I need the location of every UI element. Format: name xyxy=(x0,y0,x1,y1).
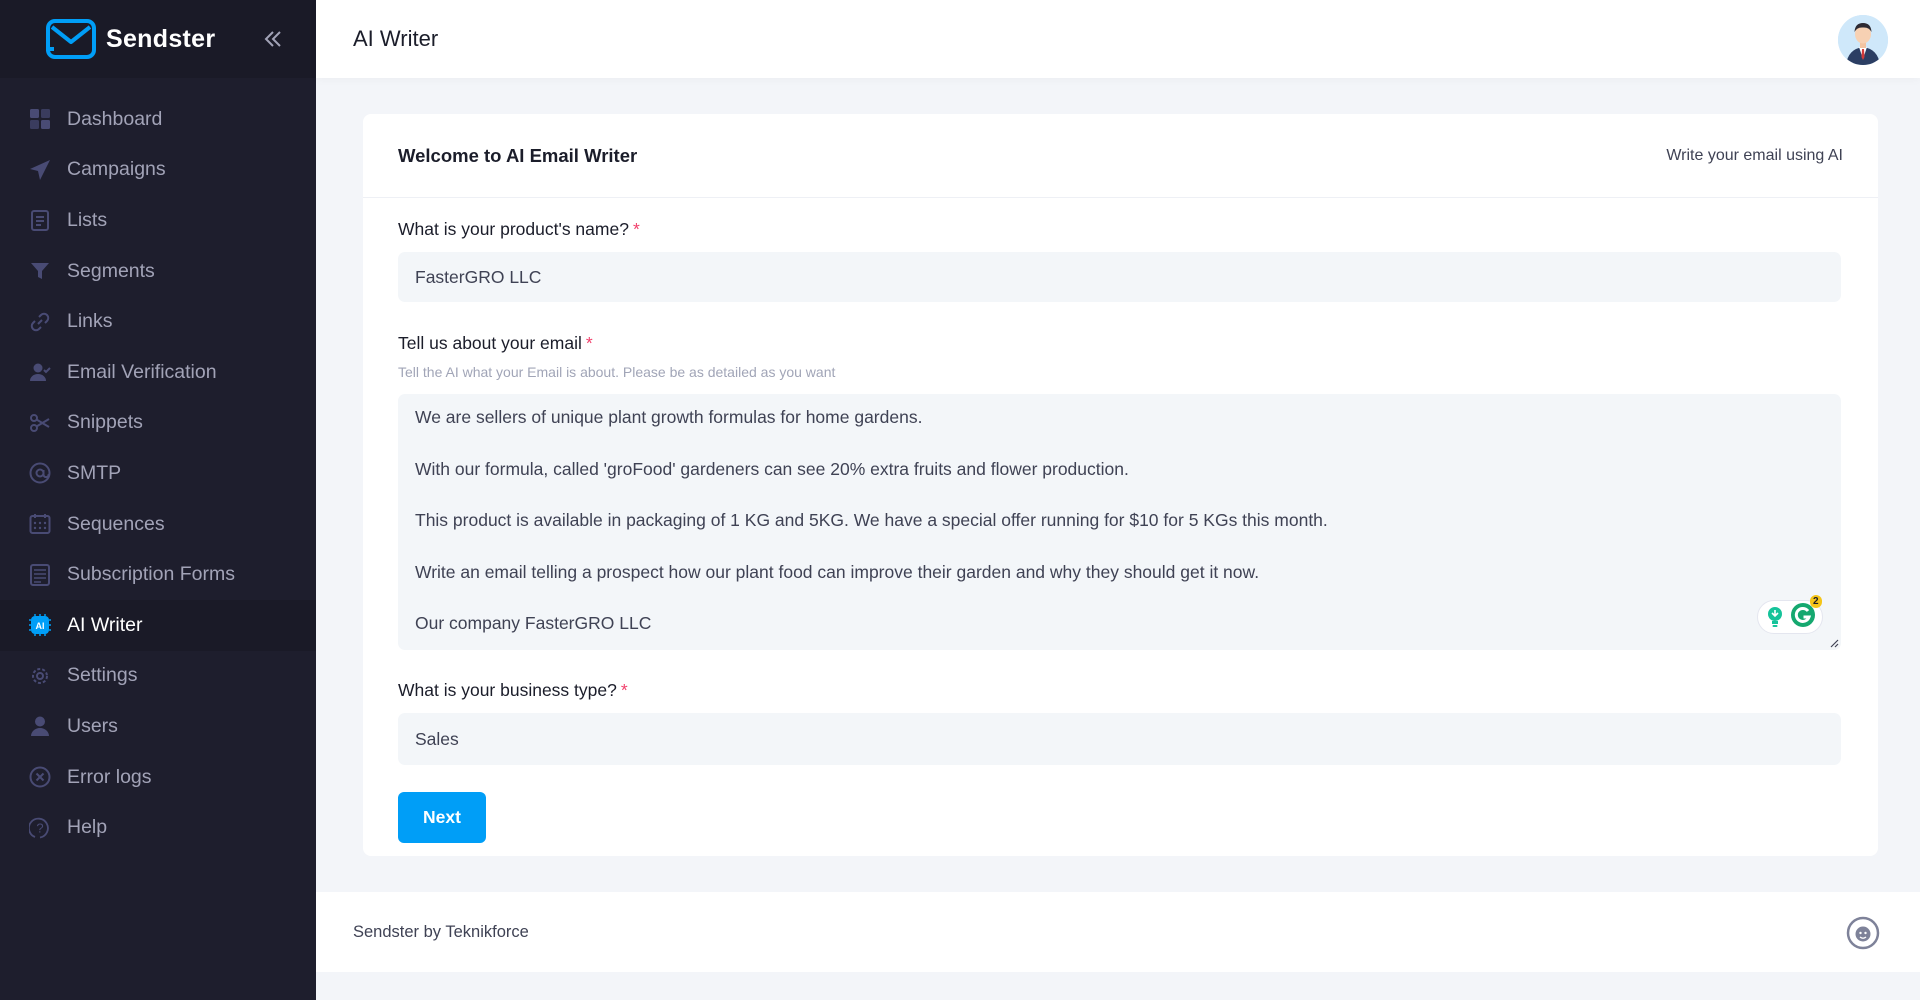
card-header: Welcome to AI Email Writer Write your em… xyxy=(363,114,1878,198)
grammarly-widget[interactable]: 2 xyxy=(1757,594,1823,634)
sidebar-item-label: Segments xyxy=(67,259,155,282)
sidebar-item-label: Snippets xyxy=(67,411,143,434)
sidebar-item-label: Subscription Forms xyxy=(67,563,235,586)
dashboard-icon xyxy=(28,107,52,131)
sidebar-item-sequences[interactable]: Sequences xyxy=(0,499,316,550)
textarea-paragraph: Write an email telling a prospect how ou… xyxy=(415,561,1260,582)
double-chevron-left-icon xyxy=(264,31,281,47)
ai-chip-icon: AI xyxy=(28,613,52,637)
avatar-icon xyxy=(1838,15,1888,65)
svg-text:AI: AI xyxy=(36,621,45,631)
sidebar-item-smtp[interactable]: SMTP xyxy=(0,448,316,499)
link-icon xyxy=(28,310,52,334)
sidebar-item-label: Campaigns xyxy=(67,158,166,181)
textarea-paragraph: This product is available in packaging o… xyxy=(415,510,1328,530)
card-toolbar-text: Write your email using AI xyxy=(1666,146,1843,164)
textarea-paragraph: With our formula, called 'groFood' garde… xyxy=(415,458,1129,479)
business-type-label-text: What is your business type? xyxy=(398,680,617,700)
sidebar-item-snippets[interactable]: Snippets xyxy=(0,398,316,449)
calendar-icon xyxy=(28,512,52,536)
sidebar-item-help[interactable]: ? Help xyxy=(0,802,316,853)
form-icon xyxy=(28,563,52,587)
product-name-label-text: What is your product's name? xyxy=(398,219,629,239)
footer-text: Sendster by Teknikforce xyxy=(353,922,529,941)
sidebar-item-links[interactable]: Links xyxy=(0,296,316,347)
required-asterisk: * xyxy=(585,333,593,353)
page-footer: Sendster by Teknikforce xyxy=(316,892,1920,972)
envelope-logo-icon xyxy=(46,19,96,59)
required-asterisk: * xyxy=(632,219,640,239)
sidebar-item-label: Email Verification xyxy=(67,360,217,383)
sidebar-item-label: Users xyxy=(67,714,118,737)
business-type-input[interactable]: Sales xyxy=(398,713,1841,765)
product-name-label: What is your product's name? * xyxy=(398,219,1843,240)
sidebar-item-label: AI Writer xyxy=(67,613,143,636)
sidebar-item-email-verification[interactable]: Email Verification xyxy=(0,347,316,398)
sidebar-item-label: Lists xyxy=(67,208,108,231)
business-type-label: What is your business type? * xyxy=(398,680,1843,701)
next-button[interactable]: Next xyxy=(398,792,486,843)
error-circle-icon xyxy=(28,765,52,789)
email-about-textarea[interactable]: We are sellers of unique plant growth fo… xyxy=(398,394,1841,650)
email-about-hint: Tell the AI what your Email is about. Pl… xyxy=(398,364,836,380)
business-type-value: Sales xyxy=(415,728,459,749)
send-icon xyxy=(28,158,52,182)
sidebar-header: Sendster xyxy=(0,0,316,78)
sidebar-item-label: Error logs xyxy=(67,765,152,788)
filter-icon xyxy=(28,259,52,283)
sidebar-item-campaigns[interactable]: Campaigns xyxy=(0,145,316,196)
app-root: Sendster Dashboard Campaigns Lists Segme… xyxy=(0,0,1920,1000)
user-icon xyxy=(28,714,52,738)
lightbulb-icon xyxy=(1767,607,1782,627)
at-sign-icon xyxy=(28,461,52,485)
sidebar-item-settings[interactable]: Settings xyxy=(0,651,316,702)
scissors-icon xyxy=(28,411,52,435)
sidebar-item-segments[interactable]: Segments xyxy=(0,246,316,297)
resize-handle-icon[interactable] xyxy=(1829,638,1839,648)
sidebar-item-label: Sequences xyxy=(67,512,165,535)
textarea-paragraph: We are sellers of unique plant growth fo… xyxy=(415,407,923,427)
product-name-group: What is your product's name? * FasterGRO … xyxy=(398,219,1843,302)
user-check-icon xyxy=(28,360,52,384)
brand-name: Sendster xyxy=(106,24,216,53)
clipboard-list-icon xyxy=(28,208,52,232)
page-title: AI Writer xyxy=(353,26,439,51)
sidebar-item-lists[interactable]: Lists xyxy=(0,195,316,246)
email-about-label-text: Tell us about your email xyxy=(398,333,582,353)
sidebar-item-ai-writer[interactable]: AI AI Writer xyxy=(0,599,316,651)
business-type-group: What is your business type? * Sales xyxy=(398,680,1843,765)
required-asterisk: * xyxy=(620,680,628,700)
sidebar-item-error-logs[interactable]: Error logs xyxy=(0,752,316,803)
email-about-group: Tell us about your email * Tell the AI wh… xyxy=(398,333,1843,650)
grammarly-count-badge: 2 xyxy=(1809,594,1822,608)
sidebar-collapse-button[interactable] xyxy=(258,24,288,54)
sidebar-item-label: SMTP xyxy=(67,461,122,484)
product-name-value: FasterGRO LLC xyxy=(415,266,542,287)
sidebar-nav: Dashboard Campaigns Lists Segments Links… xyxy=(0,78,316,853)
grammarly-g-wrapper: 2 xyxy=(1790,594,1822,633)
sidebar-item-label: Dashboard xyxy=(67,107,163,130)
help-icon: ? xyxy=(28,816,52,840)
top-header: AI Writer xyxy=(316,0,1920,78)
sidebar-item-dashboard[interactable]: Dashboard xyxy=(0,94,316,145)
sidebar: Sendster Dashboard Campaigns Lists Segme… xyxy=(0,0,316,1000)
user-avatar[interactable] xyxy=(1838,15,1888,65)
card-body: What is your product's name? * FasterGRO … xyxy=(363,219,1878,843)
sidebar-item-label: Settings xyxy=(67,664,138,687)
gear-icon xyxy=(28,664,52,688)
email-about-label: Tell us about your email * xyxy=(398,333,1843,354)
sidebar-item-label: Help xyxy=(67,816,108,839)
sidebar-item-subscription-forms[interactable]: Subscription Forms xyxy=(0,549,316,600)
support-headset-icon[interactable] xyxy=(1846,916,1880,950)
sidebar-item-label: Links xyxy=(67,310,113,333)
card-title: Welcome to AI Email Writer xyxy=(398,144,638,166)
textarea-paragraph: Our company FasterGRO LLC xyxy=(415,613,652,633)
svg-text:?: ? xyxy=(36,820,43,835)
product-name-input[interactable]: FasterGRO LLC xyxy=(398,252,1841,302)
ai-writer-card: Welcome to AI Email Writer Write your em… xyxy=(363,114,1878,856)
sidebar-item-users[interactable]: Users xyxy=(0,701,316,752)
